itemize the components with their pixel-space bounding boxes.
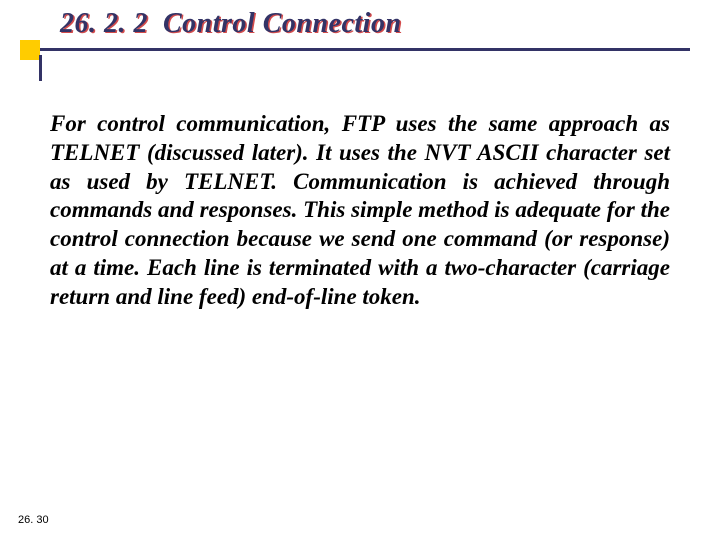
section-name: Control Connection — [163, 8, 402, 39]
page-number: 26. 30 — [18, 514, 49, 526]
slide-header: 26. 2. 2 Control Connection — [0, 0, 720, 56]
bullet-square — [20, 40, 40, 60]
paragraph-body: For control communication, FTP uses the … — [50, 110, 670, 311]
section-number: 26. 2. 2 — [60, 8, 148, 39]
section-title: 26. 2. 2 Control Connection — [60, 8, 402, 40]
title-underline — [30, 48, 690, 51]
accent-line — [39, 55, 42, 81]
